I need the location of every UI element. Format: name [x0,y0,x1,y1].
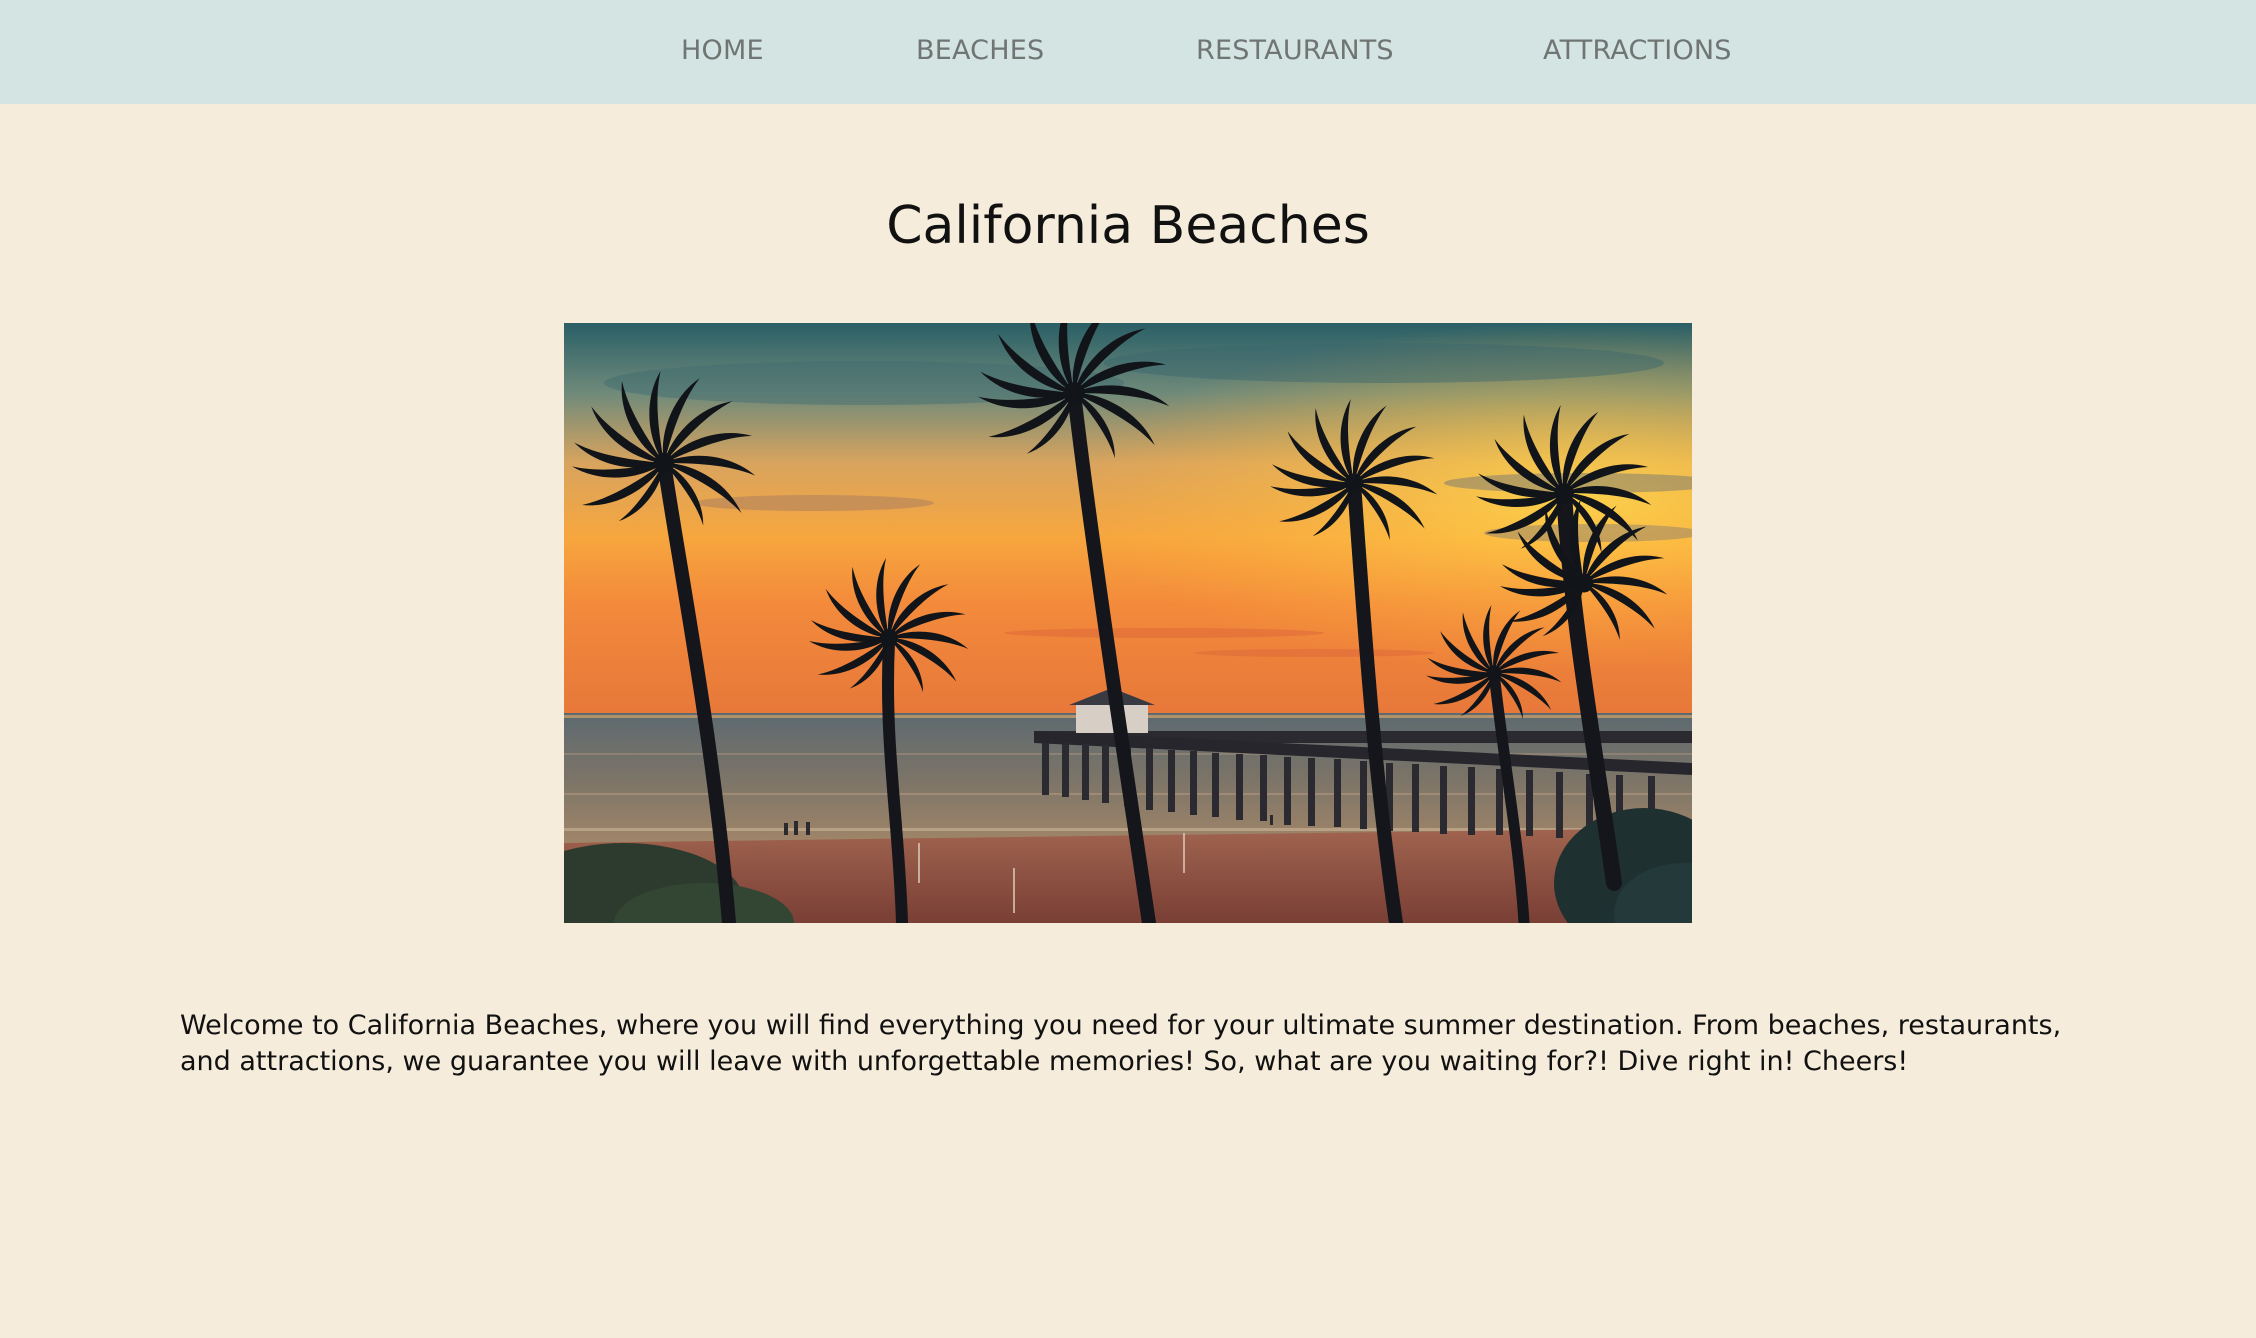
page-title: California Beaches [886,196,1370,256]
nav-link-home[interactable]: HOME [681,34,764,68]
nav-link-beaches[interactable]: BEACHES [916,34,1044,68]
intro-paragraph: Welcome to California Beaches, where you… [180,1010,2062,1077]
nav-link-attractions[interactable]: ATTRACTIONS [1543,34,1732,68]
nav-link-restaurants[interactable]: RESTAURANTS [1196,34,1394,68]
top-navbar: HOME BEACHES RESTAURANTS ATTRACTIONS [0,0,2256,104]
sunset-palm-beach-pier-photo [564,323,1692,923]
hero-image [564,323,1692,923]
